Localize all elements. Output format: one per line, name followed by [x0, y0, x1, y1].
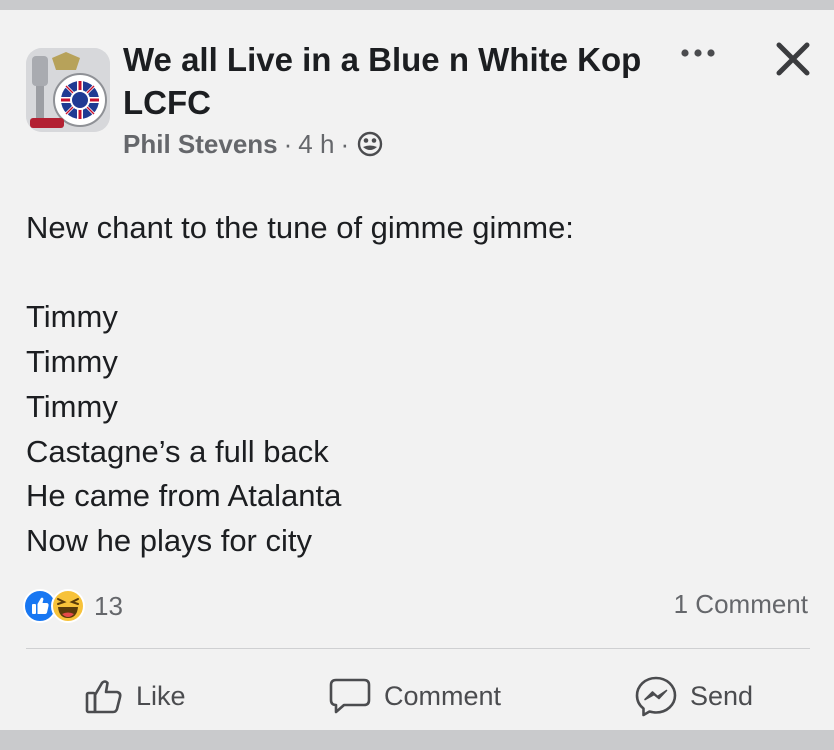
- reaction-count: 13: [94, 590, 123, 621]
- post-time[interactable]: 4 h: [298, 129, 334, 160]
- post-text-blank-line: [26, 251, 806, 296]
- post-meta: Phil Stevens · 4 h ·: [123, 127, 383, 161]
- more-options-icon[interactable]: [676, 40, 720, 70]
- thumbs-up-icon: [85, 680, 122, 714]
- comment-bubble-icon: [329, 678, 371, 714]
- messenger-icon: [635, 676, 677, 717]
- post-text-line: New chant to the tune of gimme gimme:: [26, 210, 574, 245]
- meta-separator: ·: [283, 128, 293, 159]
- post-text-line: Timmy: [26, 299, 118, 335]
- close-icon[interactable]: [772, 38, 814, 80]
- globe-icon: [357, 131, 383, 157]
- comment-button[interactable]: Comment: [328, 670, 501, 722]
- send-button[interactable]: Send: [634, 670, 753, 722]
- author-name[interactable]: Phil Stevens: [123, 129, 278, 160]
- post-card: We all Live in a Blue n White Kop LCFC P…: [0, 10, 834, 730]
- like-label: Like: [136, 680, 186, 711]
- divider: [26, 648, 810, 649]
- haha-reaction-icon: [51, 589, 85, 623]
- reaction-summary[interactable]: 13: [22, 586, 123, 626]
- post-text-line: Now he plays for city: [26, 522, 312, 558]
- group-avatar[interactable]: [26, 48, 110, 132]
- group-avatar-image: [26, 48, 110, 132]
- post-text-line: Castagne’s a full back: [26, 433, 329, 469]
- meta-separator: ·: [340, 128, 350, 159]
- post-text: New chant to the tune of gimme gimme: Ti…: [26, 206, 806, 564]
- post-text-line: Timmy: [26, 388, 118, 424]
- group-name[interactable]: We all Live in a Blue n White Kop LCFC: [123, 38, 663, 124]
- post-text-line: Timmy: [26, 344, 118, 380]
- comment-count[interactable]: 1 Comment: [674, 589, 808, 620]
- send-label: Send: [690, 680, 754, 711]
- like-button[interactable]: Like: [84, 670, 186, 722]
- post-text-line: He came from Atalanta: [26, 478, 342, 514]
- comment-label: Comment: [384, 680, 502, 711]
